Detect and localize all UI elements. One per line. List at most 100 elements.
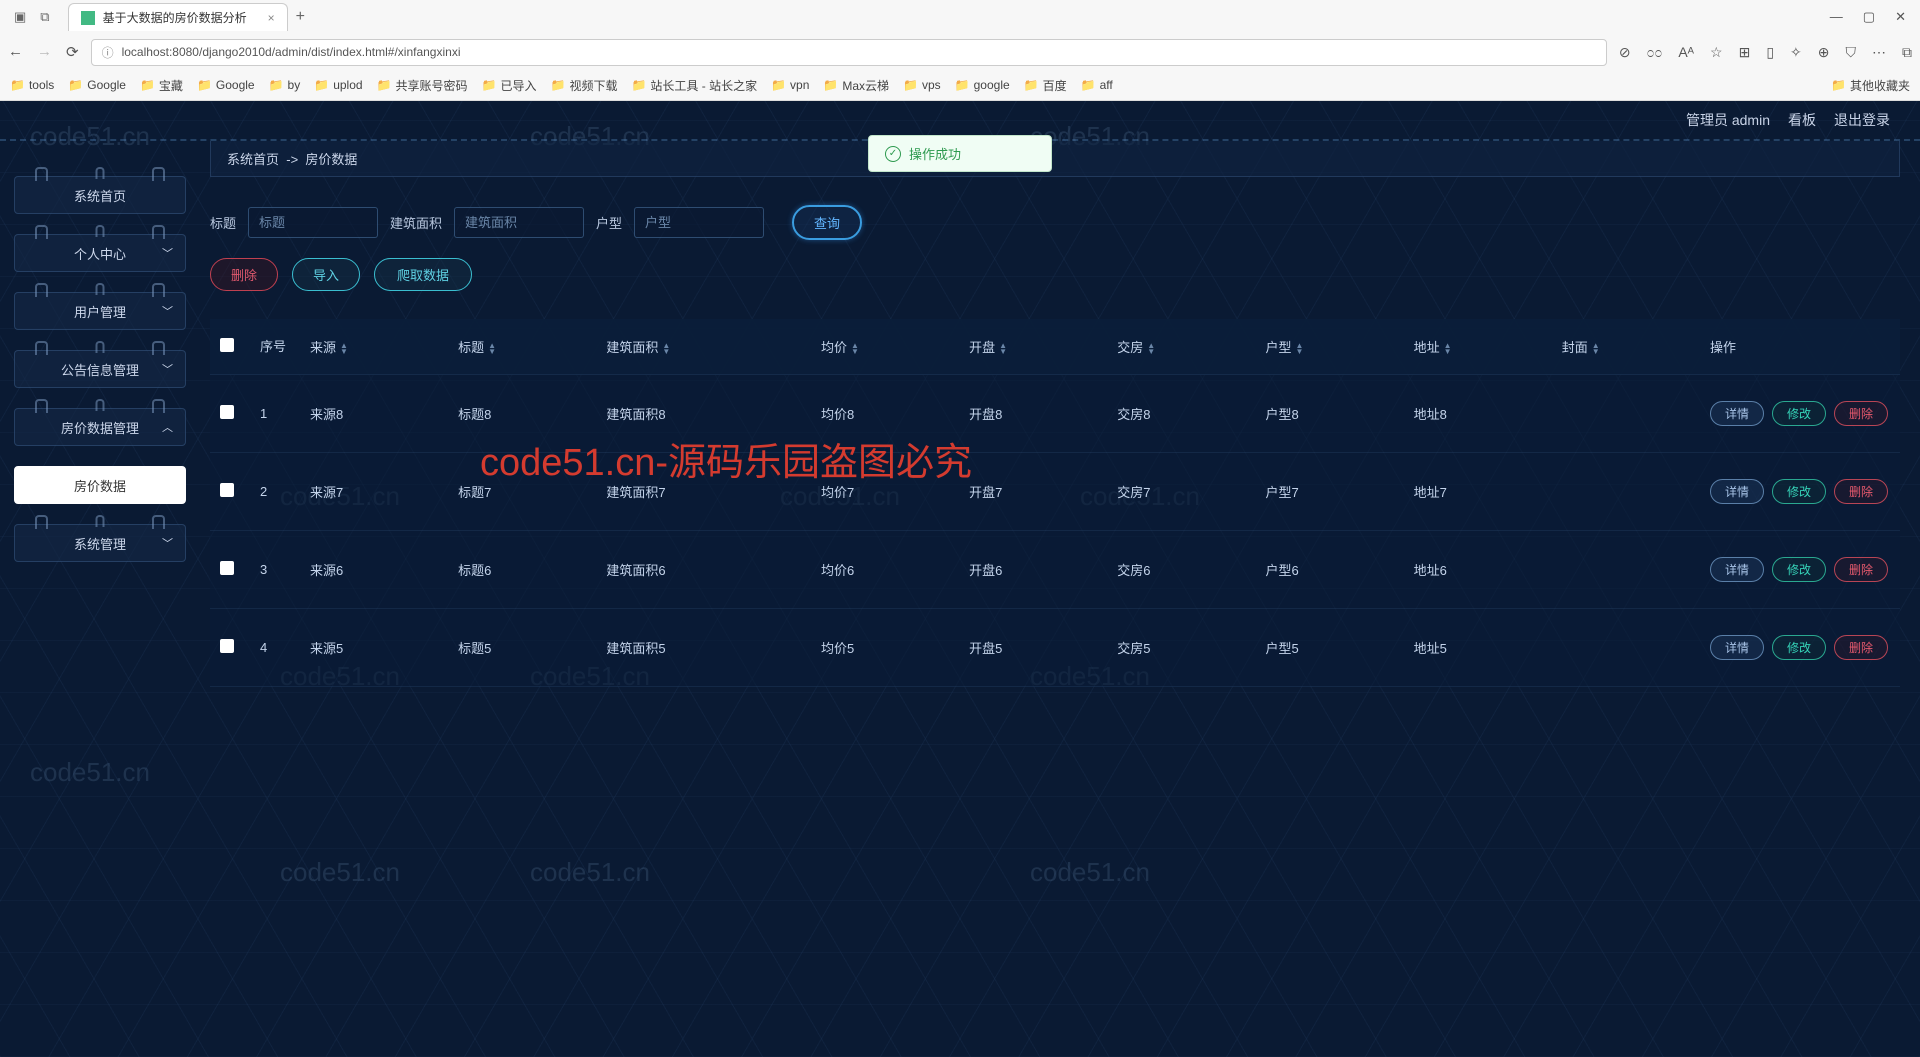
- bookmark-item[interactable]: 📁Google: [68, 78, 126, 92]
- sidebar-icon[interactable]: ▯: [1766, 44, 1774, 61]
- edit-button[interactable]: 修改: [1772, 635, 1826, 660]
- edit-button[interactable]: 修改: [1772, 479, 1826, 504]
- sidebar-item-label: 系统管理: [74, 534, 126, 553]
- select-all-checkbox[interactable]: [220, 338, 234, 352]
- bookmark-item[interactable]: 📁by: [269, 78, 301, 92]
- reload-icon[interactable]: ⟳: [66, 43, 79, 61]
- sort-icon[interactable]: ▲▼: [999, 343, 1007, 355]
- search-button[interactable]: 查询: [792, 205, 862, 240]
- row-checkbox[interactable]: [220, 561, 234, 575]
- bulk-delete-button[interactable]: 删除: [210, 258, 278, 291]
- shield-icon[interactable]: ⛉: [1846, 44, 1857, 61]
- folder-icon: 📁: [1081, 78, 1096, 92]
- row-checkbox[interactable]: [220, 639, 234, 653]
- sort-icon[interactable]: ▲▼: [1147, 343, 1155, 355]
- folder-icon: 📁: [1024, 78, 1039, 92]
- bookmark-item[interactable]: 📁aff: [1081, 78, 1113, 92]
- bookmark-item[interactable]: 📁Google: [197, 78, 255, 92]
- delete-button[interactable]: 删除: [1834, 401, 1888, 426]
- minimize-icon[interactable]: —: [1830, 9, 1843, 25]
- overflow-icon[interactable]: ⧉: [1902, 44, 1912, 61]
- tracker-icon[interactable]: ⊘: [1619, 44, 1631, 61]
- sidebar-item[interactable]: 系统首页: [14, 176, 186, 214]
- delete-button[interactable]: 删除: [1834, 557, 1888, 582]
- detail-button[interactable]: 详情: [1710, 479, 1764, 504]
- new-tab-button[interactable]: +: [296, 8, 305, 26]
- appmenu1-icon[interactable]: ⊞: [1739, 44, 1751, 61]
- maximize-icon[interactable]: ▢: [1863, 9, 1875, 25]
- filter-hx-input[interactable]: [634, 207, 764, 238]
- bookmark-item[interactable]: 📁共享账号密码: [377, 77, 468, 94]
- cell-src: 来源6: [300, 531, 448, 609]
- sort-icon[interactable]: ▲▼: [1592, 343, 1600, 355]
- detail-button[interactable]: 详情: [1710, 401, 1764, 426]
- sidebar-item[interactable]: 用户管理﹀: [14, 292, 186, 330]
- collections-icon[interactable]: ✧: [1790, 44, 1802, 61]
- sort-icon[interactable]: ▲▼: [662, 343, 670, 355]
- text-size-icon[interactable]: Aᴬ: [1678, 44, 1694, 61]
- sort-icon[interactable]: ▲▼: [340, 343, 348, 355]
- dashboard-link[interactable]: 看板: [1788, 110, 1816, 130]
- breadcrumb-home[interactable]: 系统首页: [227, 152, 279, 167]
- back-icon[interactable]: ←: [8, 43, 23, 61]
- row-checkbox[interactable]: [220, 405, 234, 419]
- browser-tab[interactable]: 基于大数据的房价数据分析 ×: [68, 3, 288, 31]
- delete-button[interactable]: 删除: [1834, 479, 1888, 504]
- cell-price: 均价5: [811, 609, 959, 687]
- cell-price: 均价7: [811, 453, 959, 531]
- bookmark-item[interactable]: 📁tools: [10, 78, 54, 92]
- sidebar-item[interactable]: 公告信息管理﹀: [14, 350, 186, 388]
- forward-icon[interactable]: →: [37, 43, 52, 61]
- crawl-button[interactable]: 爬取数据: [374, 258, 472, 291]
- sort-icon[interactable]: ▲▼: [1444, 343, 1452, 355]
- bookmark-other[interactable]: 📁其他收藏夹: [1831, 77, 1910, 94]
- copy-icon[interactable]: ⧉: [40, 9, 49, 25]
- address-bar[interactable]: ⓘ localhost:8080/django2010d/admin/dist/…: [91, 39, 1607, 66]
- sort-icon[interactable]: ▲▼: [851, 343, 859, 355]
- sidebar-item-label: 公告信息管理: [61, 360, 139, 379]
- close-window-icon[interactable]: ✕: [1895, 9, 1906, 25]
- filter-title-input[interactable]: [248, 207, 378, 238]
- menu-icon[interactable]: ⋯: [1872, 44, 1886, 61]
- sidebar-item[interactable]: 个人中心﹀: [14, 234, 186, 272]
- edit-button[interactable]: 修改: [1772, 401, 1826, 426]
- logout-link[interactable]: 退出登录: [1834, 110, 1890, 130]
- sidebar-item[interactable]: 房价数据: [14, 466, 186, 504]
- admin-label[interactable]: 管理员 admin: [1686, 110, 1770, 130]
- row-checkbox[interactable]: [220, 483, 234, 497]
- delete-button[interactable]: 删除: [1834, 635, 1888, 660]
- bookmark-item[interactable]: 📁视频下载: [551, 77, 618, 94]
- bookmark-item[interactable]: 📁vps: [903, 78, 941, 92]
- cell-seq: 2: [250, 453, 300, 531]
- sort-icon[interactable]: ▲▼: [1295, 343, 1303, 355]
- favorite-icon[interactable]: ☆: [1710, 44, 1723, 61]
- import-button[interactable]: 导入: [292, 258, 360, 291]
- chevron-icon: ︿: [162, 419, 173, 435]
- detail-button[interactable]: 详情: [1710, 557, 1764, 582]
- sidebar-item[interactable]: 系统管理﹀: [14, 524, 186, 562]
- read-aloud-icon[interactable]: ೦೦: [1647, 44, 1663, 61]
- sort-icon[interactable]: ▲▼: [488, 343, 496, 355]
- bookmark-item[interactable]: 📁已导入: [482, 77, 537, 94]
- filter-row: 标题 建筑面积 户型 查询: [210, 205, 1900, 240]
- cell-hx: 户型5: [1255, 609, 1403, 687]
- bookmark-item[interactable]: 📁uplod: [314, 78, 362, 92]
- filter-area-input[interactable]: [454, 207, 584, 238]
- extensions-icon[interactable]: ⊕: [1818, 44, 1830, 61]
- browser-chrome: ▣ ⧉ 基于大数据的房价数据分析 × + — ▢ ✕ ← → ⟳ ⓘ local…: [0, 0, 1920, 101]
- tabs-icon[interactable]: ▣: [14, 9, 26, 25]
- site-info-icon[interactable]: ⓘ: [102, 44, 114, 61]
- cell-deliver: 交房5: [1107, 609, 1255, 687]
- bookmark-item[interactable]: 📁google: [955, 78, 1010, 92]
- bookmark-item[interactable]: 📁Max云梯: [823, 77, 889, 94]
- folder-icon: 📁: [140, 78, 155, 92]
- bookmark-item[interactable]: 📁宝藏: [140, 77, 183, 94]
- watermark: code51.cn: [530, 857, 650, 888]
- detail-button[interactable]: 详情: [1710, 635, 1764, 660]
- bookmark-item[interactable]: 📁站长工具 - 站长之家: [631, 77, 757, 94]
- bookmark-item[interactable]: 📁百度: [1024, 77, 1067, 94]
- edit-button[interactable]: 修改: [1772, 557, 1826, 582]
- close-tab-icon[interactable]: ×: [268, 11, 275, 25]
- bookmark-item[interactable]: 📁vpn: [771, 78, 809, 92]
- sidebar-item[interactable]: 房价数据管理︿: [14, 408, 186, 446]
